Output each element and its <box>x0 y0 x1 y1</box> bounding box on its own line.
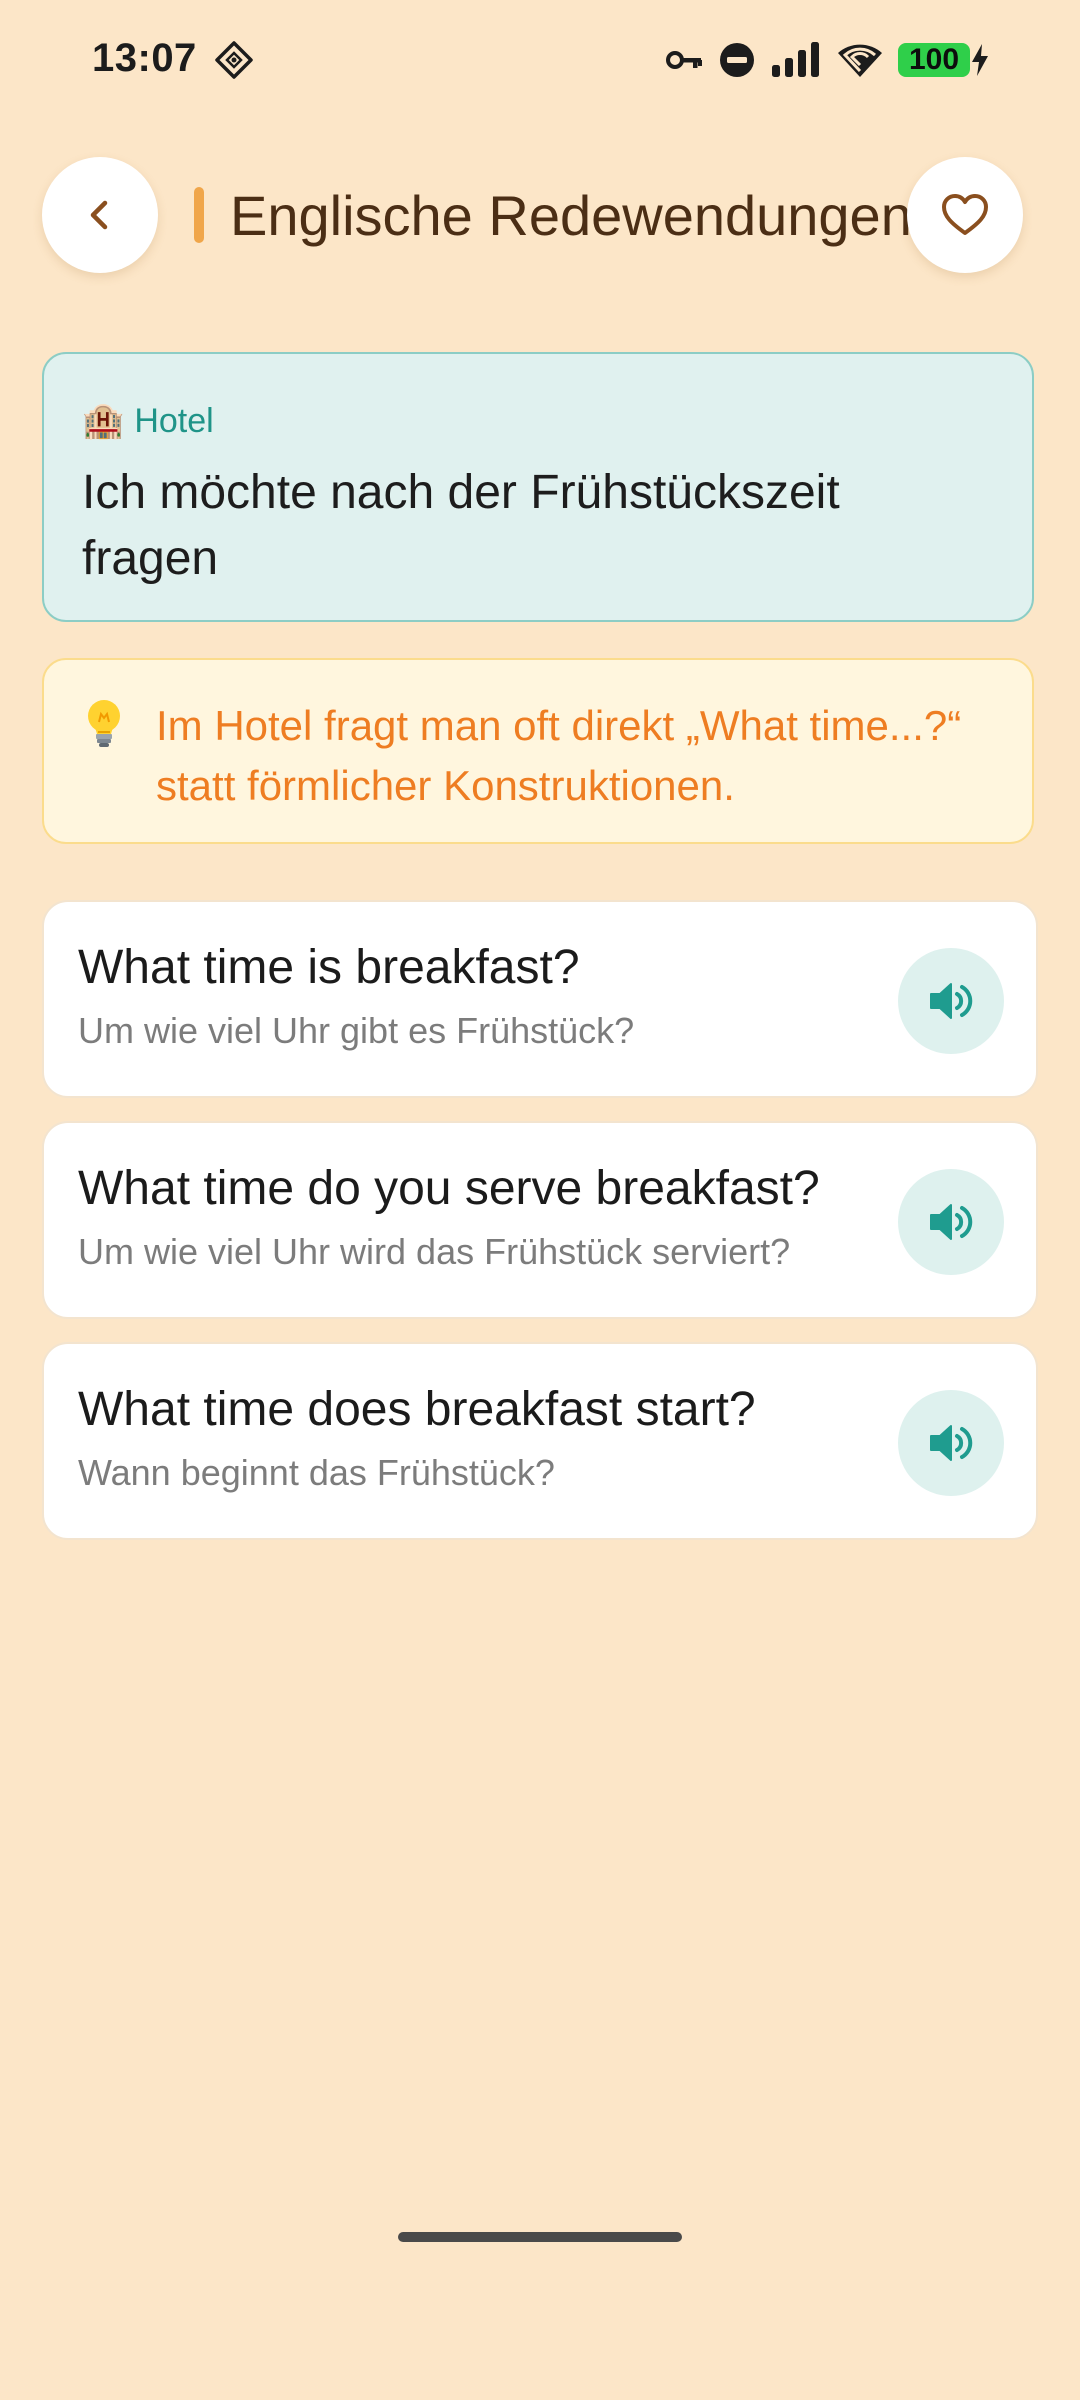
status-icons: 100 <box>666 38 990 82</box>
tip-text: Im Hotel fragt man oft direkt „What time… <box>156 702 962 809</box>
tip-card: Im Hotel fragt man oft direkt „What time… <box>42 658 1034 844</box>
scenario-category-label: Hotel <box>134 401 214 440</box>
phrase-english: What time does breakfast start? <box>78 1383 756 1436</box>
play-audio-button[interactable] <box>898 1390 1004 1496</box>
back-button[interactable] <box>42 157 158 273</box>
chevron-left-icon <box>90 200 108 230</box>
scenario-category: 🏨 Hotel <box>82 400 994 442</box>
title-accent-bar <box>194 187 204 243</box>
speaker-icon <box>930 983 973 1019</box>
lightbulb-icon <box>88 700 120 747</box>
top-app-bar: Englische Redewendungen <box>0 157 1080 273</box>
favorite-button[interactable] <box>907 157 1023 273</box>
do-not-disturb-icon <box>720 43 754 77</box>
cellular-signal-icon <box>772 42 819 77</box>
speaker-icon <box>930 1204 973 1240</box>
battery-indicator: 100 <box>898 43 990 77</box>
scenario-card: 🏨 Hotel Ich möchte nach der Frühstücksze… <box>42 352 1034 622</box>
status-bar: 13:07 100 <box>0 0 1080 120</box>
phrase-card[interactable]: What time does breakfast start? Wann beg… <box>42 1342 1038 1540</box>
phrase-english: What time is breakfast? <box>78 941 580 994</box>
play-audio-button[interactable] <box>898 948 1004 1054</box>
navigation-diamond-icon <box>215 41 253 79</box>
phrase-card[interactable]: What time is breakfast? Um wie viel Uhr … <box>42 900 1038 1098</box>
vpn-key-icon <box>666 51 702 69</box>
home-indicator[interactable] <box>398 2232 682 2242</box>
status-time: 13:07 <box>92 36 197 80</box>
page-title: Englische Redewendungen <box>230 184 912 247</box>
phrase-card[interactable]: What time do you serve breakfast? Um wie… <box>42 1121 1038 1319</box>
battery-level: 100 <box>898 43 970 77</box>
speaker-icon <box>930 1425 973 1461</box>
phrase-german: Um wie viel Uhr gibt es Frühstück? <box>78 1010 635 1051</box>
phrase-english: What time do you serve breakfast? <box>78 1162 820 1215</box>
charging-bolt-icon <box>972 44 988 76</box>
phrase-german: Um wie viel Uhr wird das Frühstück servi… <box>78 1231 791 1272</box>
play-audio-button[interactable] <box>898 1169 1004 1275</box>
hotel-emoji-icon: 🏨 <box>82 402 125 440</box>
scenario-title: Ich möchte nach der Frühstückszeit frage… <box>82 466 840 585</box>
phrase-german: Wann beginnt das Frühstück? <box>78 1452 555 1493</box>
heart-outline-icon <box>942 194 988 235</box>
wifi-icon <box>838 44 882 77</box>
